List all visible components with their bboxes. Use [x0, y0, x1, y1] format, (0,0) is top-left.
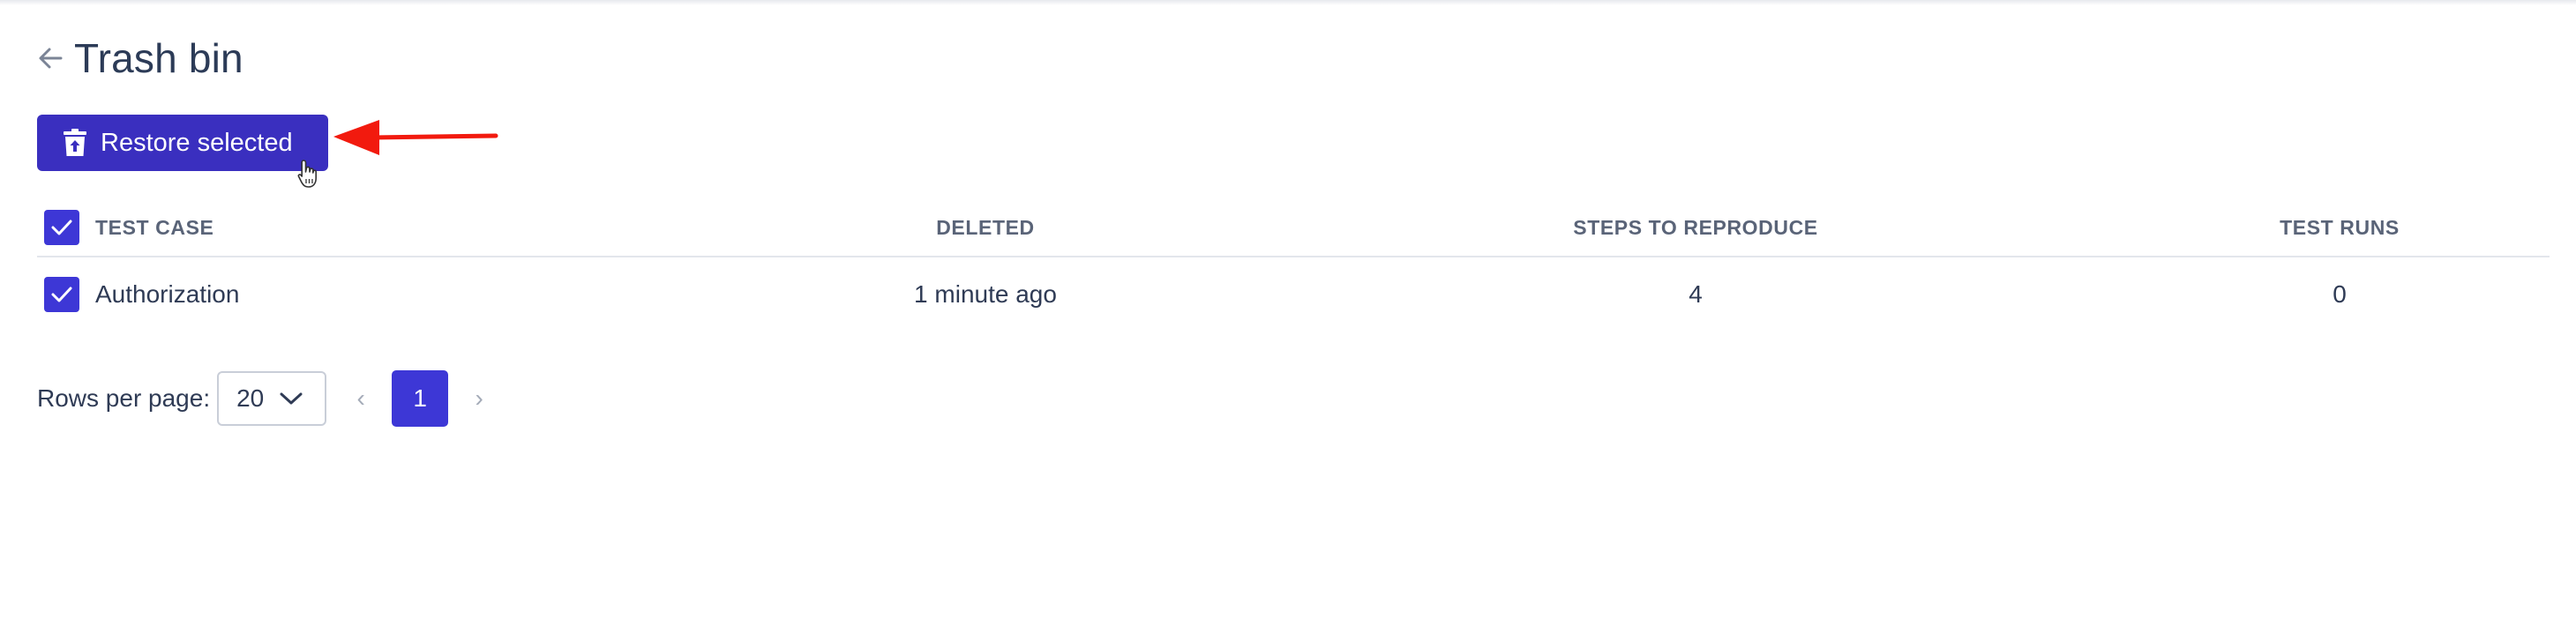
top-divider	[0, 0, 2576, 5]
page-button-1[interactable]: 1	[392, 370, 449, 427]
steps-cell: 4	[1537, 257, 1854, 332]
pagination: Rows per page: 20 ‹ 1 ›	[37, 370, 492, 427]
trash-restore-icon	[64, 128, 86, 158]
check-icon	[51, 220, 72, 235]
trash-table: TEST CASE DELETED STEPS TO REPRODUCE TES…	[37, 199, 2550, 332]
prev-page-button[interactable]: ‹	[348, 384, 374, 413]
check-icon	[51, 287, 72, 302]
rows-per-page-select[interactable]: 20	[217, 371, 327, 426]
arrow-left-icon[interactable]	[37, 45, 64, 71]
column-header-steps[interactable]: STEPS TO REPRODUCE	[1537, 199, 1854, 256]
restore-selected-label: Restore selected	[101, 128, 293, 157]
deleted-time: 1 minute ago	[914, 280, 1057, 308]
test-case-name-cell: Authorization	[95, 257, 239, 332]
page-title: Trash bin	[74, 35, 243, 81]
page-header: Trash bin	[37, 32, 243, 85]
test-case-name: Authorization	[95, 280, 240, 308]
rows-per-page-value: 20	[236, 384, 265, 412]
column-header-deleted[interactable]: DELETED	[866, 199, 1105, 256]
table-header-row: TEST CASE DELETED STEPS TO REPRODUCE TES…	[37, 199, 2550, 257]
row-checkbox[interactable]	[44, 277, 79, 312]
hand-pointer-icon	[297, 160, 317, 188]
test-runs-cell: 0	[2207, 257, 2472, 332]
column-header-test-runs[interactable]: TEST RUNS	[2207, 199, 2472, 256]
annotation-arrow	[333, 120, 498, 155]
select-all-cell	[44, 199, 79, 256]
rows-per-page-label: Rows per page:	[37, 384, 211, 412]
select-all-checkbox[interactable]	[44, 210, 79, 245]
deleted-cell: 1 minute ago	[866, 257, 1105, 332]
chevron-down-icon	[280, 391, 303, 406]
restore-selected-button[interactable]: Restore selected	[37, 115, 328, 171]
table-row[interactable]: Authorization 1 minute ago 4 0	[37, 257, 2550, 332]
next-page-button[interactable]: ›	[466, 384, 492, 413]
steps-count: 4	[1689, 280, 1703, 308]
test-runs-count: 0	[2333, 280, 2347, 308]
row-checkbox-cell	[44, 257, 79, 332]
column-header-test-case[interactable]: TEST CASE	[95, 199, 213, 256]
